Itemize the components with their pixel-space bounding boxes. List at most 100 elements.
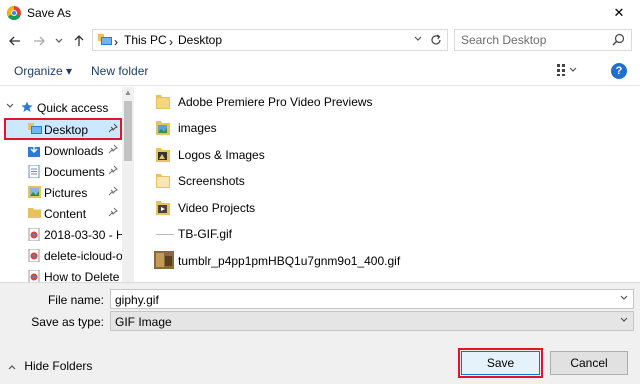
pin-icon[interactable] xyxy=(108,165,118,175)
close-button[interactable]: ✕ xyxy=(598,0,640,26)
breadcrumb-this-pc[interactable]: This PC xyxy=(124,33,167,47)
close-icon: ✕ xyxy=(613,5,625,20)
chrome-doc-icon xyxy=(28,249,40,262)
navigation-pane: Quick access Desktop Downloads Documents… xyxy=(0,87,134,282)
breadcrumb-separator: › xyxy=(114,35,118,49)
desktop-icon xyxy=(98,34,112,45)
save-form: File name: giphy.gif Save as type: GIF I… xyxy=(0,282,640,384)
folder-icon xyxy=(156,95,170,109)
image-folder-icon xyxy=(156,121,170,135)
address-row: › This PC › Desktop xyxy=(0,26,640,56)
pin-icon[interactable] xyxy=(108,207,118,217)
folder-icon xyxy=(28,208,41,218)
star-icon xyxy=(21,101,33,112)
list-item[interactable]: TB-GIF.gif xyxy=(156,221,576,247)
file-name-label: File name: xyxy=(47,293,104,307)
list-item[interactable]: tumblr_p4pp1pmHBQ1u7gnm9o1_400.gif xyxy=(154,248,576,274)
list-item[interactable]: Adobe Premiere Pro Video Previews xyxy=(156,89,576,115)
gif-file-icon xyxy=(156,234,174,235)
file-name-field[interactable]: giphy.gif xyxy=(110,289,634,309)
list-item[interactable]: Video Projects xyxy=(156,195,576,221)
file-name: Video Projects xyxy=(178,201,256,215)
organize-button[interactable]: Organize ▾ xyxy=(14,64,72,78)
nav-item-recent-file[interactable]: delete-icloud-or xyxy=(0,245,122,266)
chevron-down-icon xyxy=(6,103,14,108)
recent-locations-button[interactable] xyxy=(50,32,68,50)
up-button[interactable] xyxy=(70,32,88,50)
file-name: Screenshots xyxy=(178,174,245,188)
pictures-icon xyxy=(28,186,41,198)
nav-item-recent-file[interactable]: 2018-03-30 - Ho xyxy=(0,224,122,245)
forward-button[interactable] xyxy=(30,32,48,50)
gif-thumb-icon xyxy=(154,251,174,269)
scroll-up-arrow[interactable]: ▲ xyxy=(124,88,132,97)
cancel-button[interactable]: Cancel xyxy=(550,351,628,375)
chevron-down-icon[interactable] xyxy=(620,295,628,301)
nav-item-documents[interactable]: Documents xyxy=(0,161,122,182)
list-item[interactable]: Screenshots xyxy=(156,168,576,194)
nav-item-label: delete-icloud-or xyxy=(44,249,122,263)
title-bar: Save As ✕ xyxy=(0,0,640,26)
search-box xyxy=(454,29,632,51)
hide-folders-button[interactable]: Hide Folders xyxy=(8,359,92,373)
arrow-left-icon xyxy=(9,36,20,46)
file-name: tumblr_p4pp1pmHBQ1u7gnm9o1_400.gif xyxy=(178,254,401,268)
nav-scrollbar[interactable]: ▲ xyxy=(122,87,134,282)
chrome-doc-icon xyxy=(28,228,40,241)
nav-item-label: Desktop xyxy=(44,123,89,137)
nav-item-label: Pictures xyxy=(44,186,88,200)
chrome-icon xyxy=(7,6,21,20)
file-name: Adobe Premiere Pro Video Previews xyxy=(178,95,373,109)
file-name: TB-GIF.gif xyxy=(178,227,233,241)
file-list: Adobe Premiere Pro Video Previews images… xyxy=(140,87,640,282)
nav-item-content[interactable]: Content xyxy=(0,203,122,224)
chevron-down-icon[interactable] xyxy=(414,36,422,42)
video-folder-icon xyxy=(156,201,170,215)
new-folder-button[interactable]: New folder xyxy=(91,64,148,78)
window-title: Save As xyxy=(27,6,72,20)
list-item[interactable]: images xyxy=(156,115,576,141)
file-name-value: giphy.gif xyxy=(115,293,159,307)
save-button[interactable]: Save xyxy=(458,348,543,378)
back-button[interactable] xyxy=(6,32,24,50)
nav-quick-access[interactable]: Quick access xyxy=(0,97,122,118)
nav-item-recent-file[interactable]: How to Delete iC xyxy=(0,266,122,282)
nav-item-label: How to Delete iC xyxy=(44,270,122,282)
documents-icon xyxy=(28,165,40,178)
chevron-down-icon xyxy=(55,38,63,43)
nav-item-downloads[interactable]: Downloads xyxy=(0,140,122,161)
scrollbar-thumb[interactable] xyxy=(124,101,132,161)
file-name: Logos & Images xyxy=(178,148,265,162)
breadcrumb-desktop[interactable]: Desktop xyxy=(178,33,222,47)
chrome-doc-icon xyxy=(28,270,40,282)
save-type-label: Save as type: xyxy=(31,315,104,329)
search-input[interactable] xyxy=(455,30,605,50)
search-icon[interactable] xyxy=(612,33,625,46)
address-bar[interactable]: › This PC › Desktop xyxy=(92,29,448,51)
chevron-down-icon xyxy=(620,317,628,322)
image-folder-icon xyxy=(156,148,170,162)
nav-item-desktop[interactable]: Desktop xyxy=(4,118,122,140)
desktop-icon xyxy=(28,123,42,134)
nav-item-label: Content xyxy=(44,207,87,221)
downloads-icon xyxy=(28,144,40,157)
nav-item-pictures[interactable]: Pictures xyxy=(0,182,122,203)
help-button[interactable]: ? xyxy=(611,63,627,79)
save-type-value: GIF Image xyxy=(115,315,172,329)
refresh-icon[interactable] xyxy=(429,33,443,47)
save-type-select[interactable]: GIF Image xyxy=(110,311,634,331)
chevron-up-icon xyxy=(8,365,16,370)
arrow-right-icon xyxy=(34,36,45,46)
nav-item-label: 2018-03-30 - Ho xyxy=(44,228,122,242)
nav-item-label: Downloads xyxy=(44,144,104,158)
pin-icon[interactable] xyxy=(108,144,118,154)
arrow-up-icon xyxy=(74,35,84,46)
view-options-icon[interactable] xyxy=(556,63,578,77)
hide-folders-label: Hide Folders xyxy=(24,359,93,373)
list-item[interactable]: Logos & Images xyxy=(156,142,576,168)
nav-item-label: Documents xyxy=(44,165,105,179)
pin-icon[interactable] xyxy=(108,186,118,196)
file-name: images xyxy=(178,121,217,135)
folder-icon xyxy=(156,174,170,188)
pin-icon[interactable] xyxy=(108,123,118,133)
